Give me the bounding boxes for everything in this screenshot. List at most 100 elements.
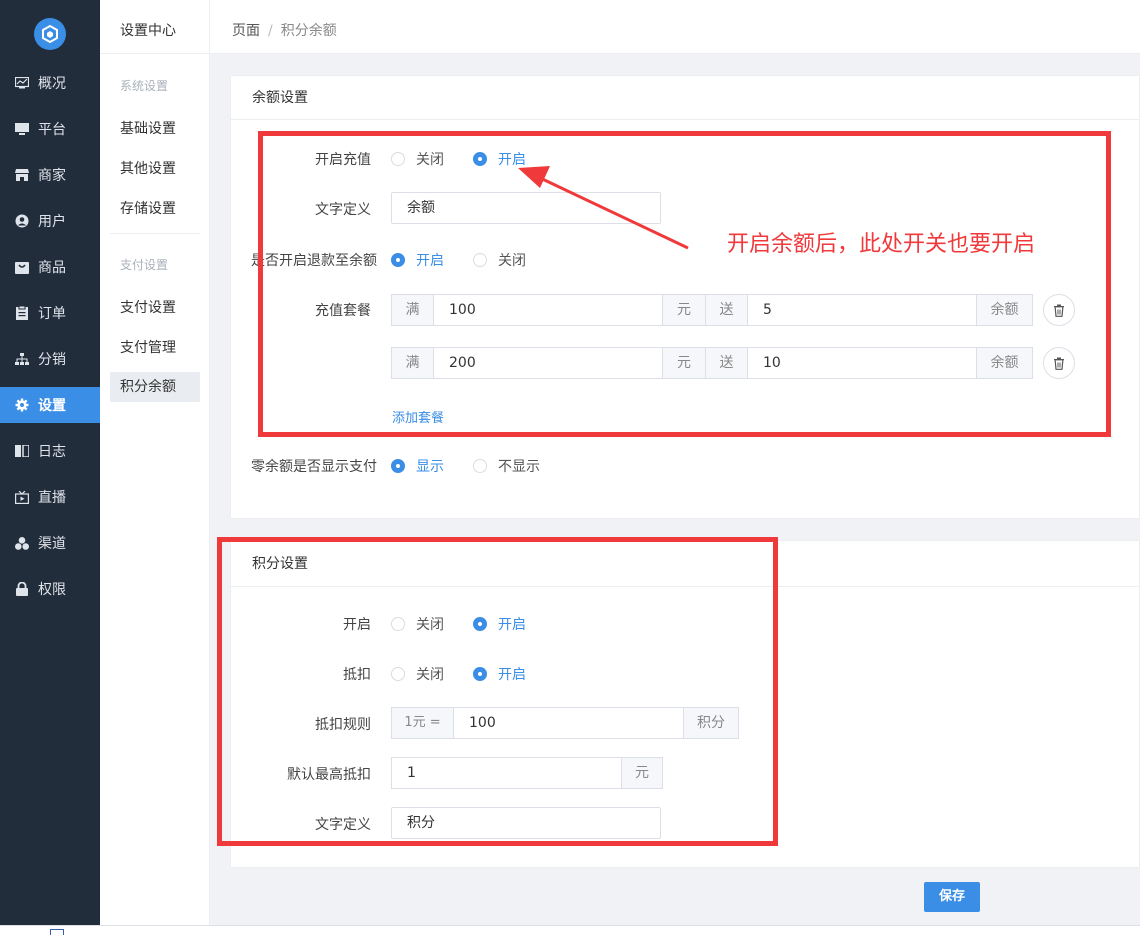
nav-item-label: 直播 <box>38 490 66 506</box>
zero-show-radio[interactable]: 显示 <box>391 456 444 476</box>
nav-item-label: 分销 <box>38 352 66 368</box>
subnav-item-storage[interactable]: 存储设置 <box>110 194 200 224</box>
app-root: 概况平台商家用户商品订单分销设置日志直播渠道权限 设置中心 系统设置 基础设置 … <box>0 0 1140 935</box>
points-enable-label: 开启 <box>343 617 371 633</box>
save-button[interactable]: 保存 <box>924 882 980 912</box>
addon-give: 送 <box>705 347 748 379</box>
goods-icon <box>15 260 29 274</box>
max-suffix: 元 <box>621 757 663 789</box>
nav-item-channel[interactable]: 渠道 <box>0 525 100 561</box>
breadcrumb-root[interactable]: 页面 <box>232 23 260 39</box>
monitor-icon <box>15 122 29 136</box>
live-icon <box>15 490 29 504</box>
addon-balance: 余额 <box>976 294 1033 326</box>
radio-dot <box>391 459 405 473</box>
radio-dot <box>391 617 405 631</box>
nav-item-label: 商家 <box>38 168 66 184</box>
zero-balance-label: 零余额是否显示支付 <box>251 459 377 475</box>
nav-item-store[interactable]: 商家 <box>0 157 100 193</box>
breadcrumb-current: 积分余额 <box>280 23 337 39</box>
recharge-off-radio[interactable]: 关闭 <box>391 149 444 169</box>
nav-item-distribution[interactable]: 分销 <box>0 341 100 377</box>
balance-name-label: 文字定义 <box>315 202 371 218</box>
package-full-input[interactable]: 200 <box>433 347 663 379</box>
nav-item-monitor[interactable]: 平台 <box>0 111 100 147</box>
points-enable-on-radio[interactable]: 开启 <box>473 614 526 634</box>
subnav-title: 设置中心 <box>120 23 176 39</box>
gear-icon <box>15 398 29 412</box>
divider <box>100 53 210 54</box>
radio-dot <box>473 617 487 631</box>
recharge-label: 开启充值 <box>315 152 371 168</box>
package-full-input[interactable]: 100 <box>433 294 663 326</box>
package-give-input[interactable]: 10 <box>747 347 977 379</box>
nav-item-gear[interactable]: 设置 <box>0 387 100 423</box>
nav-item-overview[interactable]: 概况 <box>0 65 100 101</box>
subnav-item-basic[interactable]: 基础设置 <box>110 114 200 144</box>
max-deduct-input[interactable]: 1 <box>391 757 622 789</box>
nav-item-lock[interactable]: 权限 <box>0 571 100 607</box>
nav-item-label: 订单 <box>38 306 66 322</box>
package-label: 充值套餐 <box>315 303 371 319</box>
addon-full: 满 <box>391 294 434 326</box>
nav-item-live[interactable]: 直播 <box>0 479 100 515</box>
points-name-label: 文字定义 <box>315 817 371 833</box>
order-icon <box>15 306 29 320</box>
points-deduct-off-radio[interactable]: 关闭 <box>391 664 444 684</box>
cropped-taskbar <box>50 928 64 935</box>
annotation-arrow-icon <box>518 166 689 250</box>
deduct-rule-input[interactable]: 100 <box>453 707 684 739</box>
nav-item-label: 平台 <box>38 122 66 138</box>
addon-yuan: 元 <box>662 294 706 326</box>
subnav-group-system: 系统设置 <box>120 79 169 93</box>
radio-dot <box>391 253 405 267</box>
nav-item-label: 用户 <box>38 214 66 230</box>
breadcrumb-separator: / <box>268 23 273 39</box>
lock-icon <box>15 582 29 596</box>
nav-item-user[interactable]: 用户 <box>0 203 100 239</box>
radio-label: 开启 <box>416 253 444 269</box>
points-deduct-on-radio[interactable]: 开启 <box>473 664 526 684</box>
rule-suffix: 积分 <box>683 707 739 739</box>
nav-item-label: 概况 <box>38 76 66 92</box>
package-give-input[interactable]: 5 <box>747 294 977 326</box>
addon-full: 满 <box>391 347 434 379</box>
refund-on-radio[interactable]: 开启 <box>391 250 444 270</box>
radio-label: 开启 <box>498 667 526 683</box>
radio-dot <box>473 667 487 681</box>
nav-item-order[interactable]: 订单 <box>0 295 100 331</box>
subnav-item-points-balance[interactable]: 积分余额 <box>110 372 200 402</box>
addon-balance: 余额 <box>976 347 1033 379</box>
overview-icon <box>15 76 29 90</box>
points-card-title: 积分设置 <box>231 541 1139 587</box>
nav-item-log[interactable]: 日志 <box>0 433 100 469</box>
topbar: 页面 / 积分余额 <box>210 0 1140 54</box>
delete-package-button[interactable] <box>1043 347 1075 379</box>
radio-dot <box>391 667 405 681</box>
radio-dot <box>391 152 405 166</box>
zero-hide-radio[interactable]: 不显示 <box>473 456 540 476</box>
subnav-item-payment-settings[interactable]: 支付设置 <box>110 293 200 323</box>
delete-package-button[interactable] <box>1043 294 1075 326</box>
refund-label: 是否开启退款至余额 <box>251 253 377 269</box>
points-enable-off-radio[interactable]: 关闭 <box>391 614 444 634</box>
settings-subnav: 设置中心 系统设置 基础设置 其他设置 存储设置 支付设置 支付设置 支付管理 … <box>100 0 210 925</box>
log-icon <box>15 444 29 458</box>
trash-icon <box>1054 304 1064 317</box>
subnav-item-other[interactable]: 其他设置 <box>110 154 200 184</box>
rule-prefix: 1元 = <box>391 707 454 739</box>
nav-item-label: 渠道 <box>38 536 66 552</box>
window-icon <box>50 929 64 935</box>
nav-item-goods[interactable]: 商品 <box>0 249 100 285</box>
deduct-rule-label: 抵扣规则 <box>315 717 371 733</box>
add-package-link[interactable]: 添加套餐 <box>392 407 444 426</box>
user-icon <box>15 214 29 228</box>
main-nav: 概况平台商家用户商品订单分销设置日志直播渠道权限 <box>0 0 100 925</box>
annotation-text: 开启余额后，此处开关也要开启 <box>727 232 1036 257</box>
radio-label: 关闭 <box>416 152 444 168</box>
radio-label: 显示 <box>416 459 444 475</box>
trash-icon <box>1054 357 1064 370</box>
logo-icon[interactable] <box>34 18 66 50</box>
points-name-input[interactable]: 积分 <box>391 807 661 839</box>
subnav-item-payment-manage[interactable]: 支付管理 <box>110 333 200 363</box>
